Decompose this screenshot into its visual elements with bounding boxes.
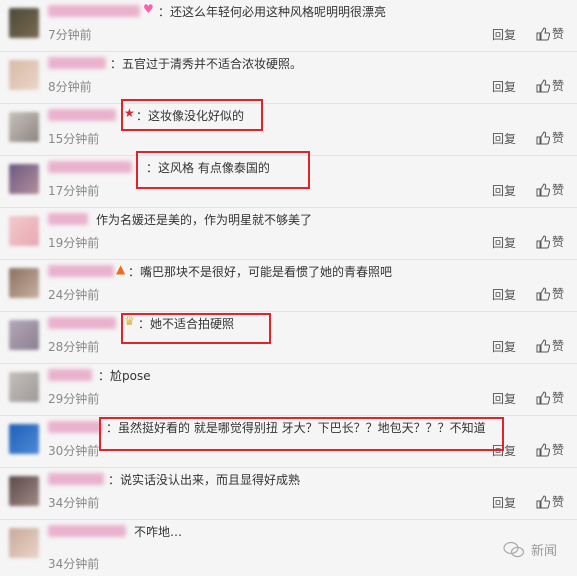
comment-row: ：五官过于清秀并不适合浓妆硬照。 8分钟前 回复 赞 bbox=[0, 52, 577, 104]
avatar[interactable] bbox=[9, 60, 39, 90]
avatar[interactable] bbox=[9, 372, 39, 402]
avatar[interactable] bbox=[9, 424, 39, 454]
comment-text: ：还这么年轻何必用这种风格呢明明很漂亮 bbox=[158, 5, 387, 19]
like-label: 赞 bbox=[552, 443, 565, 457]
avatar[interactable] bbox=[9, 476, 39, 506]
comment-row: ★ ：这妆像没化好似的 15分钟前 回复 赞 bbox=[0, 104, 577, 156]
comment-row: ♛ ：她不适合拍硬照 28分钟前 回复 赞 bbox=[0, 312, 577, 364]
username[interactable] bbox=[48, 5, 140, 17]
avatar[interactable] bbox=[9, 164, 39, 194]
like-label: 赞 bbox=[552, 235, 565, 249]
comment-text: 作为名媛还是美的，作为明星就不够美了 bbox=[96, 213, 313, 227]
avatar[interactable] bbox=[9, 268, 39, 298]
comment-text: ：尬pose bbox=[98, 369, 151, 383]
thumbs-up-icon bbox=[536, 495, 551, 509]
reply-button[interactable]: 回复 bbox=[492, 494, 516, 511]
like-button[interactable]: 赞 bbox=[536, 129, 564, 146]
comment-row: ♥ ：还这么年轻何必用这种风格呢明明很漂亮 7分钟前 回复 赞 bbox=[0, 0, 577, 52]
comment-time: 8分钟前 bbox=[48, 80, 92, 94]
username[interactable] bbox=[48, 213, 88, 225]
comment-row: ：尬pose 29分钟前 回复 赞 bbox=[0, 364, 577, 416]
reply-button[interactable]: 回复 bbox=[492, 390, 516, 407]
like-label: 赞 bbox=[552, 339, 565, 353]
reply-button[interactable]: 回复 bbox=[492, 182, 516, 199]
comment-time: 34分钟前 bbox=[48, 557, 100, 571]
comment-row: ▲ ：嘴巴那块不是很好，可能是看惯了她的青春照吧 24分钟前 回复 赞 bbox=[0, 260, 577, 312]
like-button[interactable]: 赞 bbox=[536, 181, 564, 198]
thumbs-up-icon bbox=[536, 339, 551, 353]
like-label: 赞 bbox=[552, 183, 565, 197]
username[interactable] bbox=[48, 265, 114, 277]
like-button[interactable]: 赞 bbox=[536, 285, 564, 302]
like-button[interactable]: 赞 bbox=[536, 493, 564, 510]
avatar[interactable] bbox=[9, 528, 39, 558]
like-button[interactable]: 赞 bbox=[536, 233, 564, 250]
avatar[interactable] bbox=[9, 8, 39, 38]
reply-button[interactable]: 回复 bbox=[492, 338, 516, 355]
comment-text: ：嘴巴那块不是很好，可能是看惯了她的青春照吧 bbox=[128, 265, 393, 279]
comment-row: 作为名媛还是美的，作为明星就不够美了 19分钟前 回复 赞 bbox=[0, 208, 577, 260]
comment-time: 7分钟前 bbox=[48, 28, 92, 42]
watermark: 新闻 bbox=[503, 540, 557, 559]
watermark-text: 新闻 bbox=[531, 544, 558, 559]
comment-time: 28分钟前 bbox=[48, 340, 100, 354]
comment-row: ：说实话没认出来，而且显得好成熟 34分钟前 回复 赞 bbox=[0, 468, 577, 520]
avatar[interactable] bbox=[9, 216, 39, 246]
comment-time: 29分钟前 bbox=[48, 392, 100, 406]
username[interactable] bbox=[48, 525, 126, 537]
like-label: 赞 bbox=[552, 27, 565, 41]
highlight-box bbox=[99, 417, 504, 451]
highlight-box bbox=[136, 151, 310, 189]
thumbs-up-icon bbox=[536, 391, 551, 405]
like-button[interactable]: 赞 bbox=[536, 77, 564, 94]
thumbs-up-icon bbox=[536, 27, 551, 41]
like-label: 赞 bbox=[552, 391, 565, 405]
comment-text: 不咋地… bbox=[134, 525, 183, 539]
like-button[interactable]: 赞 bbox=[536, 441, 564, 458]
thumbs-up-icon bbox=[536, 79, 551, 93]
flame-badge-icon: ▲ bbox=[116, 262, 126, 276]
comment-text: ：说实话没认出来，而且显得好成熟 bbox=[108, 473, 301, 487]
username[interactable] bbox=[48, 317, 116, 329]
username[interactable] bbox=[48, 109, 116, 121]
reply-button[interactable]: 回复 bbox=[492, 26, 516, 43]
username[interactable] bbox=[48, 369, 92, 381]
comment-time: 30分钟前 bbox=[48, 444, 100, 458]
thumbs-up-icon bbox=[536, 183, 551, 197]
thumbs-up-icon bbox=[536, 443, 551, 457]
comment-time: 34分钟前 bbox=[48, 496, 100, 510]
reply-button[interactable]: 回复 bbox=[492, 78, 516, 95]
wechat-logo-icon bbox=[503, 541, 525, 558]
like-label: 赞 bbox=[552, 131, 565, 145]
comment-text: ：五官过于清秀并不适合浓妆硬照。 bbox=[110, 57, 303, 71]
heart-icon: ♥ bbox=[143, 2, 154, 16]
like-button[interactable]: 赞 bbox=[536, 25, 564, 42]
like-label: 赞 bbox=[552, 495, 565, 509]
reply-button[interactable]: 回复 bbox=[492, 234, 516, 251]
like-label: 赞 bbox=[552, 287, 565, 301]
reply-button[interactable]: 回复 bbox=[492, 286, 516, 303]
comment-time: 19分钟前 bbox=[48, 236, 100, 250]
comment-time: 15分钟前 bbox=[48, 132, 100, 146]
like-button[interactable]: 赞 bbox=[536, 389, 564, 406]
thumbs-up-icon bbox=[536, 131, 551, 145]
username[interactable] bbox=[48, 421, 102, 433]
thumbs-up-icon bbox=[536, 235, 551, 249]
highlight-box bbox=[121, 99, 263, 131]
comment-time: 17分钟前 bbox=[48, 184, 100, 198]
thumbs-up-icon bbox=[536, 287, 551, 301]
username[interactable] bbox=[48, 57, 106, 69]
like-button[interactable]: 赞 bbox=[536, 337, 564, 354]
reply-button[interactable]: 回复 bbox=[492, 130, 516, 147]
avatar[interactable] bbox=[9, 112, 39, 142]
like-label: 赞 bbox=[552, 79, 565, 93]
username[interactable] bbox=[48, 161, 132, 173]
comment-time: 24分钟前 bbox=[48, 288, 100, 302]
username[interactable] bbox=[48, 473, 104, 485]
avatar[interactable] bbox=[9, 320, 39, 350]
highlight-box bbox=[121, 313, 271, 344]
comment-row: 不咋地… 34分钟前 bbox=[0, 520, 577, 576]
